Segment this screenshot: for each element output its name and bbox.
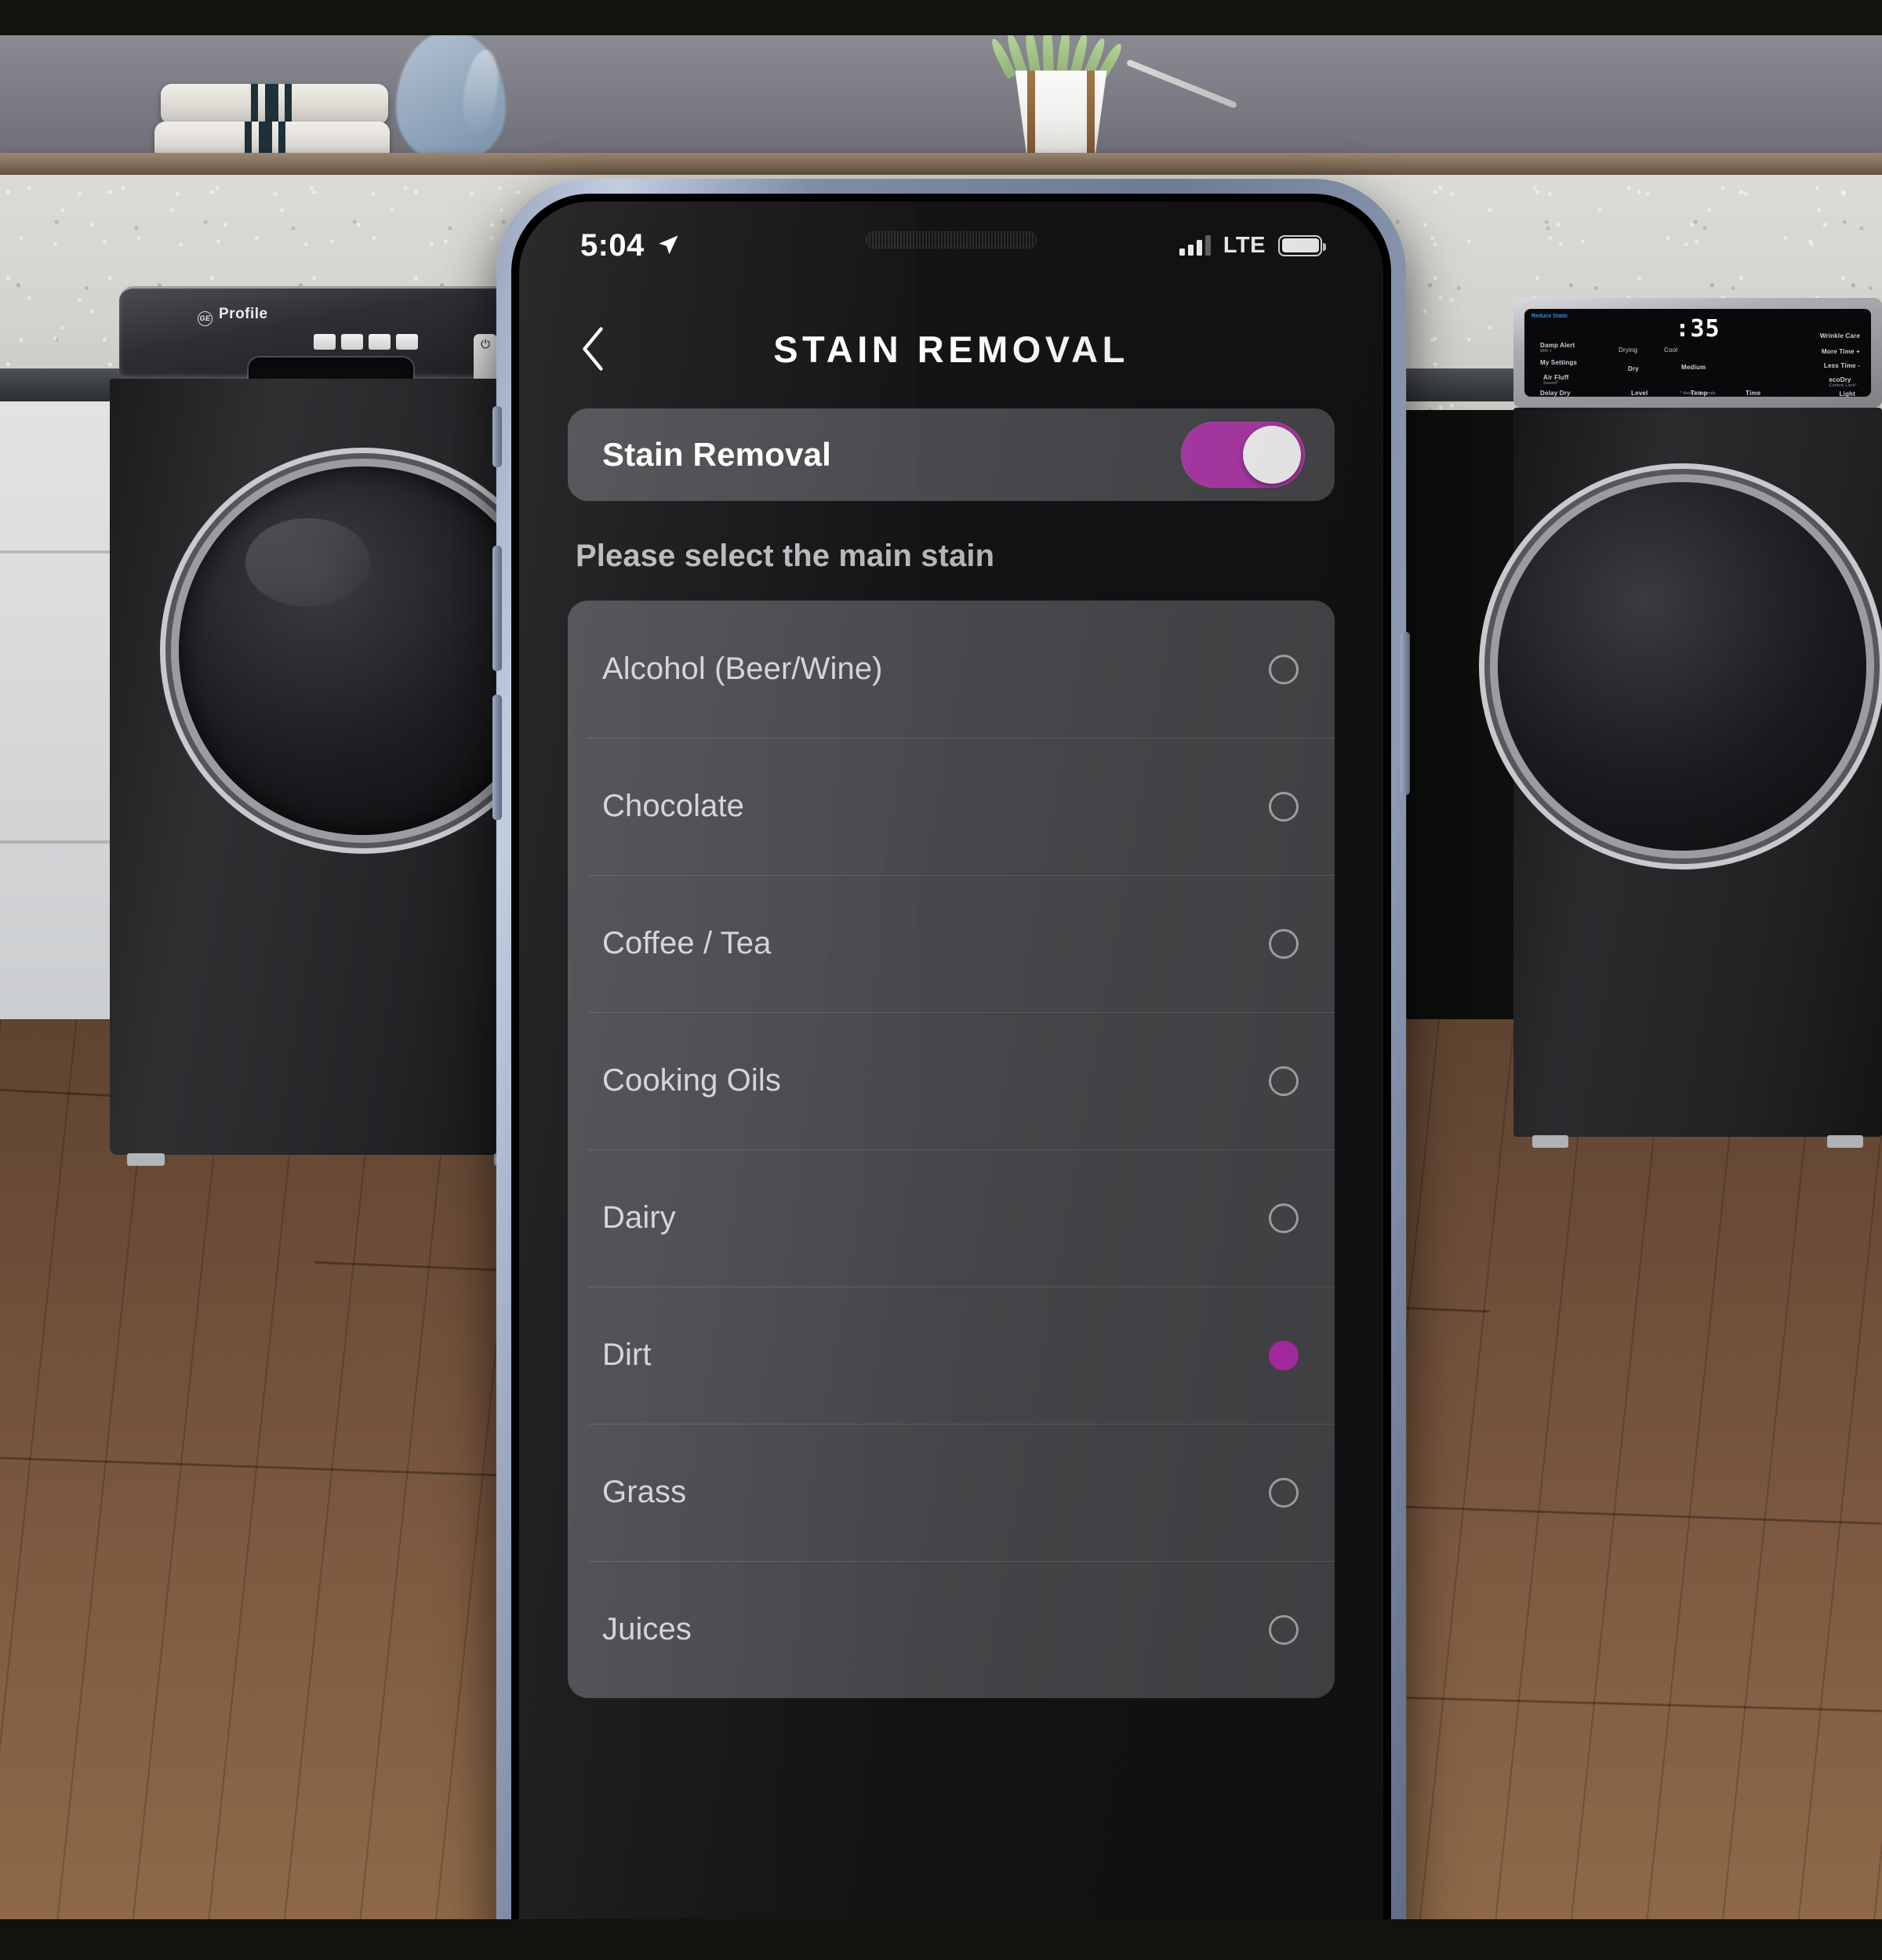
battery-full-icon bbox=[1278, 234, 1326, 256]
list-item[interactable]: Alcohol (Beer/Wine) bbox=[568, 601, 1335, 738]
stain-options-list: Alcohol (Beer/Wine) Chocolate Coffee / T… bbox=[568, 601, 1335, 1698]
washer-feature-badges bbox=[314, 334, 418, 350]
page-content: Stain Removal Please select the main sta… bbox=[519, 408, 1383, 1960]
folded-towel bbox=[161, 84, 388, 125]
status-time: 5:04 bbox=[580, 227, 645, 263]
cellular-signal-icon bbox=[1179, 235, 1211, 256]
list-item[interactable]: Coffee / Tea bbox=[568, 875, 1335, 1012]
wall-shelf bbox=[0, 153, 1882, 176]
plant-pot bbox=[1015, 71, 1107, 153]
radio-button[interactable] bbox=[1269, 1203, 1299, 1233]
toggle-knob bbox=[1243, 426, 1301, 484]
volume-down-button[interactable] bbox=[492, 695, 502, 820]
list-item-label: Coffee / Tea bbox=[602, 926, 772, 960]
washer-body bbox=[110, 379, 549, 1166]
list-item[interactable]: Chocolate bbox=[568, 738, 1335, 875]
radio-button[interactable] bbox=[1269, 928, 1299, 959]
radio-button[interactable] bbox=[1269, 654, 1299, 684]
ge-logo-icon: GE bbox=[198, 311, 213, 326]
list-item-label: Chocolate bbox=[602, 789, 745, 823]
mute-switch[interactable] bbox=[492, 406, 502, 467]
list-item[interactable]: Juices bbox=[568, 1561, 1335, 1698]
ge-profile-washer: GE Profile bbox=[110, 286, 549, 1166]
letterbox-bottom bbox=[0, 1919, 1882, 1960]
list-item-label: Alcohol (Beer/Wine) bbox=[602, 652, 883, 686]
dryer-status-label: Reduce Static bbox=[1531, 314, 1568, 319]
list-item[interactable]: Dairy bbox=[568, 1149, 1335, 1287]
list-item[interactable]: Dirt bbox=[568, 1287, 1335, 1424]
earpiece-speaker-grille bbox=[866, 231, 1037, 249]
washer-brand-text: Profile bbox=[219, 306, 268, 322]
list-item-label: Juices bbox=[602, 1612, 692, 1646]
list-item-label: Grass bbox=[602, 1475, 687, 1509]
page-title: STAIN REMOVAL bbox=[773, 328, 1129, 370]
radio-button[interactable] bbox=[1269, 1065, 1299, 1096]
decorative-vase bbox=[396, 35, 506, 161]
stain-removal-toggle[interactable] bbox=[1181, 422, 1305, 488]
ge-profile-dryer: Reduce Static :35 Damp Alert Wifi + My Se… bbox=[1498, 298, 1882, 1148]
radio-button-selected[interactable] bbox=[1269, 1340, 1299, 1370]
network-type-label: LTE bbox=[1223, 232, 1266, 258]
list-item-label: Dairy bbox=[602, 1200, 676, 1235]
list-item[interactable]: Grass bbox=[568, 1424, 1335, 1561]
dryer-display: Reduce Static :35 Damp Alert Wifi + My Se… bbox=[1524, 309, 1871, 397]
list-item[interactable]: Cooking Oils bbox=[568, 1012, 1335, 1149]
letterbox-top bbox=[0, 0, 1882, 35]
navigation-bar: STAIN REMOVAL bbox=[519, 289, 1383, 408]
volume-up-button[interactable] bbox=[492, 546, 502, 671]
washer-brand-label: GE Profile bbox=[198, 306, 268, 326]
list-item-label: Cooking Oils bbox=[602, 1063, 781, 1098]
dryer-door bbox=[1498, 482, 1866, 851]
radio-button[interactable] bbox=[1269, 791, 1299, 822]
radio-button[interactable] bbox=[1269, 1614, 1299, 1645]
phone-screen: 5:04 LTE STAIN REMOVAL Stain Removal Ple… bbox=[519, 201, 1383, 1960]
smartphone: 5:04 LTE STAIN REMOVAL Stain Removal Ple… bbox=[492, 179, 1410, 1960]
section-label: Please select the main stain bbox=[576, 539, 995, 573]
washer-control-panel: GE Profile bbox=[119, 286, 549, 409]
location-arrow-icon bbox=[658, 235, 678, 255]
dryer-body bbox=[1498, 408, 1882, 1148]
power-button[interactable] bbox=[1401, 632, 1410, 795]
stain-removal-toggle-label: Stain Removal bbox=[602, 436, 832, 473]
dryer-time-remaining: :35 bbox=[1675, 315, 1720, 343]
chevron-left-icon bbox=[583, 327, 603, 371]
back-button[interactable] bbox=[565, 315, 621, 383]
stain-removal-toggle-row[interactable]: Stain Removal bbox=[568, 408, 1335, 501]
dryer-control-panel: Reduce Static :35 Damp Alert Wifi + My Se… bbox=[1513, 298, 1882, 408]
radio-button[interactable] bbox=[1269, 1477, 1299, 1508]
screenshot-stage: GE Profile Reduce Static :35 Damp AlertWi… bbox=[0, 0, 1882, 1960]
list-item-label: Dirt bbox=[602, 1338, 652, 1372]
